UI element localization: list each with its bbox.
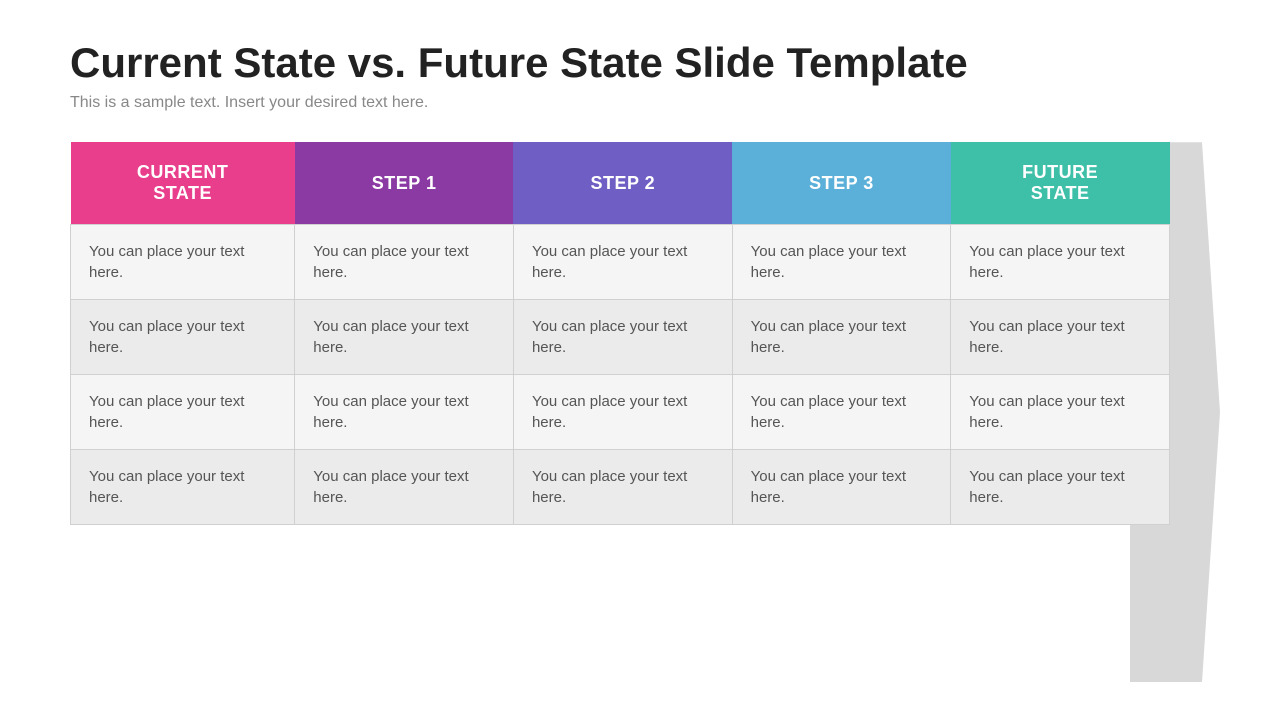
table-row: You can place your text here.You can pla…: [71, 375, 1170, 450]
table-row: You can place your text here.You can pla…: [71, 450, 1170, 525]
table-row: You can place your text here.You can pla…: [71, 225, 1170, 300]
page-subtitle: This is a sample text. Insert your desir…: [70, 94, 1210, 112]
page-title: Current State vs. Future State Slide Tem…: [70, 40, 1210, 86]
table-cell: You can place your text here.: [295, 300, 514, 375]
header-current: CURRENTSTATE: [71, 142, 295, 225]
table-cell: You can place your text here.: [71, 225, 295, 300]
table-cell: You can place your text here.: [71, 300, 295, 375]
table-cell: You can place your text here.: [732, 300, 951, 375]
header-step3: STEP 3: [732, 142, 951, 225]
table-cell: You can place your text here.: [732, 450, 951, 525]
header-step1: STEP 1: [295, 142, 514, 225]
table-row: You can place your text here.You can pla…: [71, 300, 1170, 375]
header-future: FUTURESTATE: [951, 142, 1170, 225]
main-table: CURRENTSTATE STEP 1 STEP 2 STEP 3 FUTURE…: [70, 142, 1170, 525]
table-cell: You can place your text here.: [71, 450, 295, 525]
table-cell: You can place your text here.: [732, 375, 951, 450]
table-cell: You can place your text here.: [951, 450, 1170, 525]
table-cell: You can place your text here.: [951, 225, 1170, 300]
table-cell: You can place your text here.: [513, 300, 732, 375]
slide: Current State vs. Future State Slide Tem…: [0, 0, 1280, 720]
table-cell: You can place your text here.: [295, 450, 514, 525]
table-cell: You can place your text here.: [732, 225, 951, 300]
table-cell: You can place your text here.: [295, 225, 514, 300]
table-cell: You can place your text here.: [951, 375, 1170, 450]
header-step2: STEP 2: [513, 142, 732, 225]
table-cell: You can place your text here.: [513, 375, 732, 450]
table-cell: You can place your text here.: [513, 450, 732, 525]
table-wrapper: CURRENTSTATE STEP 1 STEP 2 STEP 3 FUTURE…: [70, 142, 1210, 525]
table-cell: You can place your text here.: [513, 225, 732, 300]
table-cell: You can place your text here.: [951, 300, 1170, 375]
table-cell: You can place your text here.: [295, 375, 514, 450]
table-cell: You can place your text here.: [71, 375, 295, 450]
